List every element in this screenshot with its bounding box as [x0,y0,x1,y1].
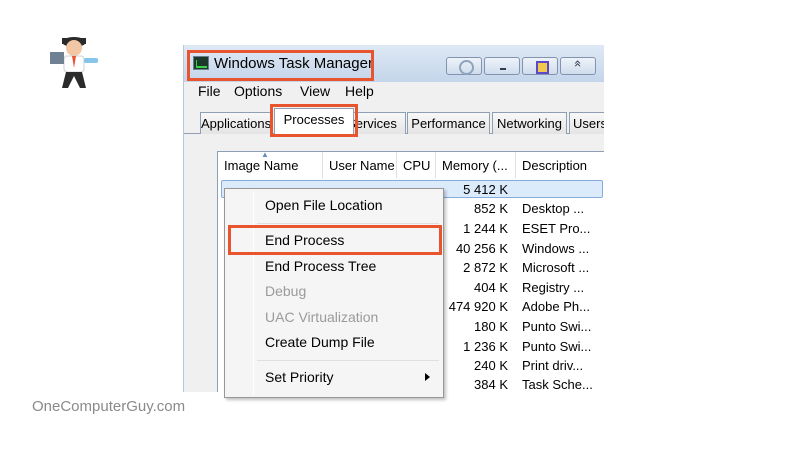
description-cell: ESET Pro... [522,221,591,236]
menu-options[interactable]: Options [234,83,282,99]
menu-set-priority[interactable]: Set Priority [265,369,333,385]
tab-services[interactable]: Services [350,112,406,134]
menu-separator [257,223,439,224]
submenu-arrow-icon [425,373,430,381]
menu-help[interactable]: Help [345,83,374,99]
title-bar: Windows Task Manager [184,45,604,82]
menu-bar: File Options View Help [184,82,604,102]
sort-up-icon: ▲ [261,150,269,159]
mascot-logo [50,37,98,88]
column-image-name[interactable]: ▲ Image Name [218,150,323,178]
description-cell: Task Sche... [522,377,593,392]
menu-create-dump-file[interactable]: Create Dump File [265,334,375,350]
close-button[interactable] [560,57,596,75]
menu-file[interactable]: File [198,83,221,99]
column-memory[interactable]: Memory (... [436,152,516,178]
menu-separator [257,360,439,361]
column-description[interactable]: Description [516,152,604,178]
column-label: Image Name [224,158,299,173]
description-cell: Microsoft ... [522,260,590,275]
description-cell: Punto Swi... [522,339,592,354]
menu-view[interactable]: View [300,83,330,99]
description-cell: Windows ... [522,241,590,256]
column-user-name[interactable]: User Name [323,152,397,178]
tab-strip: Applications Services Performance Networ… [184,102,604,136]
description-cell: Registry ... [522,280,585,295]
column-cpu[interactable]: CPU [397,152,436,178]
menu-uac-virtualization: UAC Virtualization [265,309,379,325]
tab-networking[interactable]: Networking [492,112,567,134]
description-cell: Print driv... [522,358,584,373]
description-cell: Punto Swi... [522,319,592,334]
menu-end-process-tree[interactable]: End Process Tree [265,258,376,274]
maximize-button[interactable] [522,57,558,75]
menu-open-file-location[interactable]: Open File Location [265,197,383,213]
minimize-button[interactable] [484,57,520,75]
tab-users[interactable]: Users [569,112,604,134]
end-process-highlight-box [228,225,442,255]
tab-performance[interactable]: Performance [407,112,490,134]
menu-debug: Debug [265,283,307,299]
tab-applications[interactable]: Applications [200,112,272,134]
flip-button[interactable] [446,57,482,75]
watermark: OneComputerGuy.com [32,398,186,415]
title-highlight-box [187,50,374,81]
description-cell: Desktop ... [522,201,585,216]
description-cell: Adobe Ph... [522,299,590,314]
processes-highlight-box [270,104,358,137]
context-menu: Open File Location End Process End Proce… [224,188,444,398]
menu-gutter [253,191,254,395]
